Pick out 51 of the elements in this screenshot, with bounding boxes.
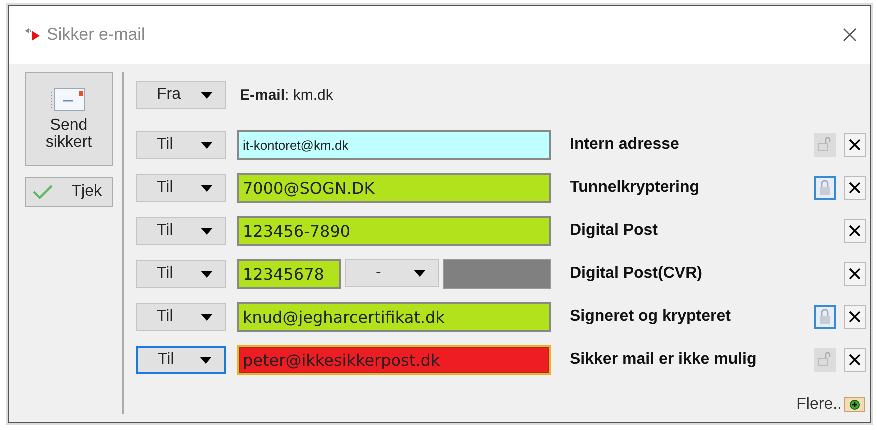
cvr-field[interactable]: 12345678 bbox=[237, 259, 341, 289]
type-dropdown[interactable]: Til bbox=[136, 260, 226, 288]
padlock-icon[interactable] bbox=[814, 305, 836, 329]
address-field[interactable]: 123456-7890 bbox=[237, 216, 551, 246]
padlock-icon[interactable] bbox=[814, 176, 836, 200]
caret-icon bbox=[201, 270, 213, 278]
sender-label: E-mail: km.dk bbox=[240, 86, 334, 104]
check-button[interactable]: Tjek bbox=[25, 177, 113, 207]
status-label: Sikker mail er ikke mulig bbox=[570, 351, 758, 369]
send-button[interactable]: Send sikkert bbox=[25, 72, 113, 166]
caret-icon bbox=[201, 228, 213, 234]
close-icon[interactable] bbox=[842, 27, 858, 43]
address-field[interactable]: it-kontoret@km.dk bbox=[237, 130, 551, 160]
remove-button[interactable] bbox=[844, 133, 866, 157]
app-icon bbox=[25, 28, 41, 42]
remove-button[interactable] bbox=[844, 305, 866, 329]
close-icon bbox=[849, 225, 861, 237]
type-dropdown[interactable]: Til bbox=[136, 174, 226, 202]
status-label: Signeret og krypteret bbox=[570, 308, 732, 326]
option-dropdown[interactable]: - bbox=[345, 259, 439, 287]
close-icon bbox=[849, 182, 861, 194]
address-field[interactable]: 7000@SOGN.DK bbox=[237, 173, 551, 203]
type-dropdown[interactable]: Til bbox=[136, 346, 226, 374]
close-icon bbox=[849, 268, 861, 280]
caret-icon bbox=[201, 92, 213, 98]
remove-button[interactable] bbox=[844, 262, 866, 286]
caret-icon bbox=[201, 184, 213, 192]
status-label: Digital Post(CVR) bbox=[570, 265, 704, 283]
close-icon bbox=[849, 354, 861, 366]
checkmark-icon bbox=[32, 184, 54, 200]
remove-button[interactable] bbox=[844, 219, 866, 243]
remove-button[interactable] bbox=[844, 176, 866, 200]
window-title: Sikker e-mail bbox=[47, 25, 146, 45]
status-label: Intern adresse bbox=[570, 136, 680, 154]
status-label: Digital Post bbox=[570, 222, 660, 240]
type-dropdown[interactable]: Til bbox=[136, 131, 226, 159]
status-label: Tunnelkryptering bbox=[570, 179, 700, 197]
close-icon bbox=[849, 311, 861, 323]
remove-button[interactable] bbox=[844, 348, 866, 372]
close-icon bbox=[849, 139, 861, 151]
caret-icon bbox=[414, 270, 426, 276]
type-dropdown[interactable]: Til bbox=[136, 217, 226, 245]
caret-icon bbox=[201, 314, 213, 320]
more-link[interactable]: Flere.. bbox=[796, 396, 842, 414]
type-dropdown[interactable]: Til bbox=[136, 303, 226, 331]
add-envelope-icon[interactable] bbox=[844, 396, 866, 414]
address-field[interactable]: knud@jegharcertifikat.dk bbox=[237, 302, 551, 332]
address-field[interactable]: peter@ikkesikkerpost.dk bbox=[237, 345, 551, 375]
caret-icon bbox=[201, 142, 213, 148]
caret-icon bbox=[200, 356, 212, 364]
type-dropdown[interactable]: Fra bbox=[136, 81, 226, 109]
